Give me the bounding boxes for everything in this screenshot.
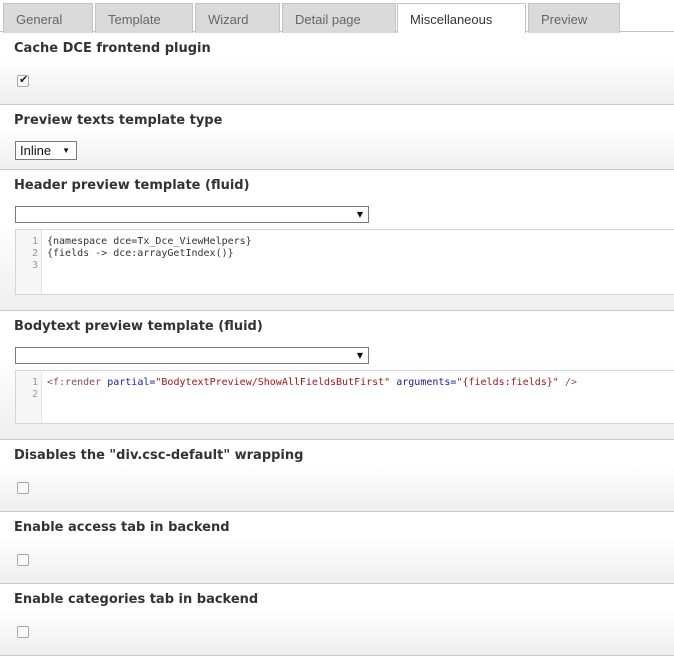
code-string: "{fields:fields}" xyxy=(456,377,559,388)
cache-plugin-section: Cache DCE frontend plugin ✔ xyxy=(0,33,674,105)
access-tab-checkbox[interactable] xyxy=(17,554,29,566)
line-number: 1 xyxy=(31,236,38,247)
preview-type-select[interactable]: Inline ▼ xyxy=(15,141,77,160)
chevron-down-icon: ▼ xyxy=(356,210,363,219)
chevron-down-icon: ▼ xyxy=(356,351,363,360)
header-template-label: Header preview template (fluid) xyxy=(14,178,250,193)
header-template-section: Header preview template (fluid) ▼ 1 {nam… xyxy=(0,170,674,311)
code-string: "BodytextPreview/ShowAllFieldsButFirst" xyxy=(155,377,391,388)
bodytext-template-label: Bodytext preview template (fluid) xyxy=(14,319,263,334)
line-number: 1 xyxy=(31,377,38,388)
tab-general[interactable]: General xyxy=(3,3,93,33)
tab-wizard[interactable]: Wizard xyxy=(195,3,280,33)
code-line: {namespace dce=Tx_Dce_ViewHelpers} xyxy=(47,236,252,247)
tab-label: Miscellaneous xyxy=(410,12,493,27)
access-tab-label: Enable access tab in backend xyxy=(14,520,230,535)
code-tag: <f:render xyxy=(47,377,102,388)
check-icon: ✔ xyxy=(19,73,29,86)
cache-plugin-label: Cache DCE frontend plugin xyxy=(14,41,211,56)
tab-label: Preview xyxy=(541,12,588,27)
tab-bar: General Template Wizard Detail page Misc… xyxy=(0,0,674,33)
disable-wrapping-label: Disables the "div.csc-default" wrapping xyxy=(14,448,304,463)
preview-type-section: Preview texts template type Inline ▼ xyxy=(0,105,674,170)
tab-label: Detail page xyxy=(295,12,361,27)
bodytext-template-select[interactable]: ▼ xyxy=(15,347,369,364)
categories-tab-section: Enable categories tab in backend xyxy=(0,584,674,656)
access-tab-section: Enable access tab in backend xyxy=(0,512,674,584)
preview-type-label: Preview texts template type xyxy=(14,113,223,128)
code-attribute: arguments= xyxy=(396,377,457,388)
code-line: {fields -> dce:arrayGetIndex()} xyxy=(47,248,234,259)
tab-preview[interactable]: Preview xyxy=(528,3,620,33)
tab-miscellaneous[interactable]: Miscellaneous xyxy=(397,3,526,33)
chevron-down-icon: ▼ xyxy=(62,146,70,155)
categories-tab-label: Enable categories tab in backend xyxy=(14,592,259,607)
preview-type-value: Inline xyxy=(20,143,52,158)
tab-template[interactable]: Template xyxy=(95,3,193,33)
line-number: 3 xyxy=(31,260,38,271)
header-template-editor[interactable]: 1 {namespace dce=Tx_Dce_ViewHelpers} 2 {… xyxy=(15,229,674,295)
bodytext-template-editor[interactable]: 1 <f:render partial="BodytextPreview/Sho… xyxy=(15,370,674,424)
tab-detail-page[interactable]: Detail page xyxy=(282,3,396,33)
code-tag: /> xyxy=(564,377,577,388)
cache-plugin-checkbox[interactable]: ✔ xyxy=(17,73,29,87)
disable-wrapping-checkbox[interactable] xyxy=(17,482,29,494)
code-line: <f:render partial="BodytextPreview/ShowA… xyxy=(47,377,577,388)
header-template-select[interactable]: ▼ xyxy=(15,206,369,223)
code-attribute: partial= xyxy=(107,377,156,388)
tab-label: Template xyxy=(108,12,161,27)
tab-label: General xyxy=(16,12,63,27)
categories-tab-checkbox[interactable] xyxy=(17,626,29,638)
bodytext-template-section: Bodytext preview template (fluid) ▼ 1 <f… xyxy=(0,311,674,440)
line-number: 2 xyxy=(31,248,38,259)
line-number: 2 xyxy=(31,389,38,400)
tab-label: Wizard xyxy=(208,12,249,27)
disable-wrapping-section: Disables the "div.csc-default" wrapping xyxy=(0,440,674,512)
